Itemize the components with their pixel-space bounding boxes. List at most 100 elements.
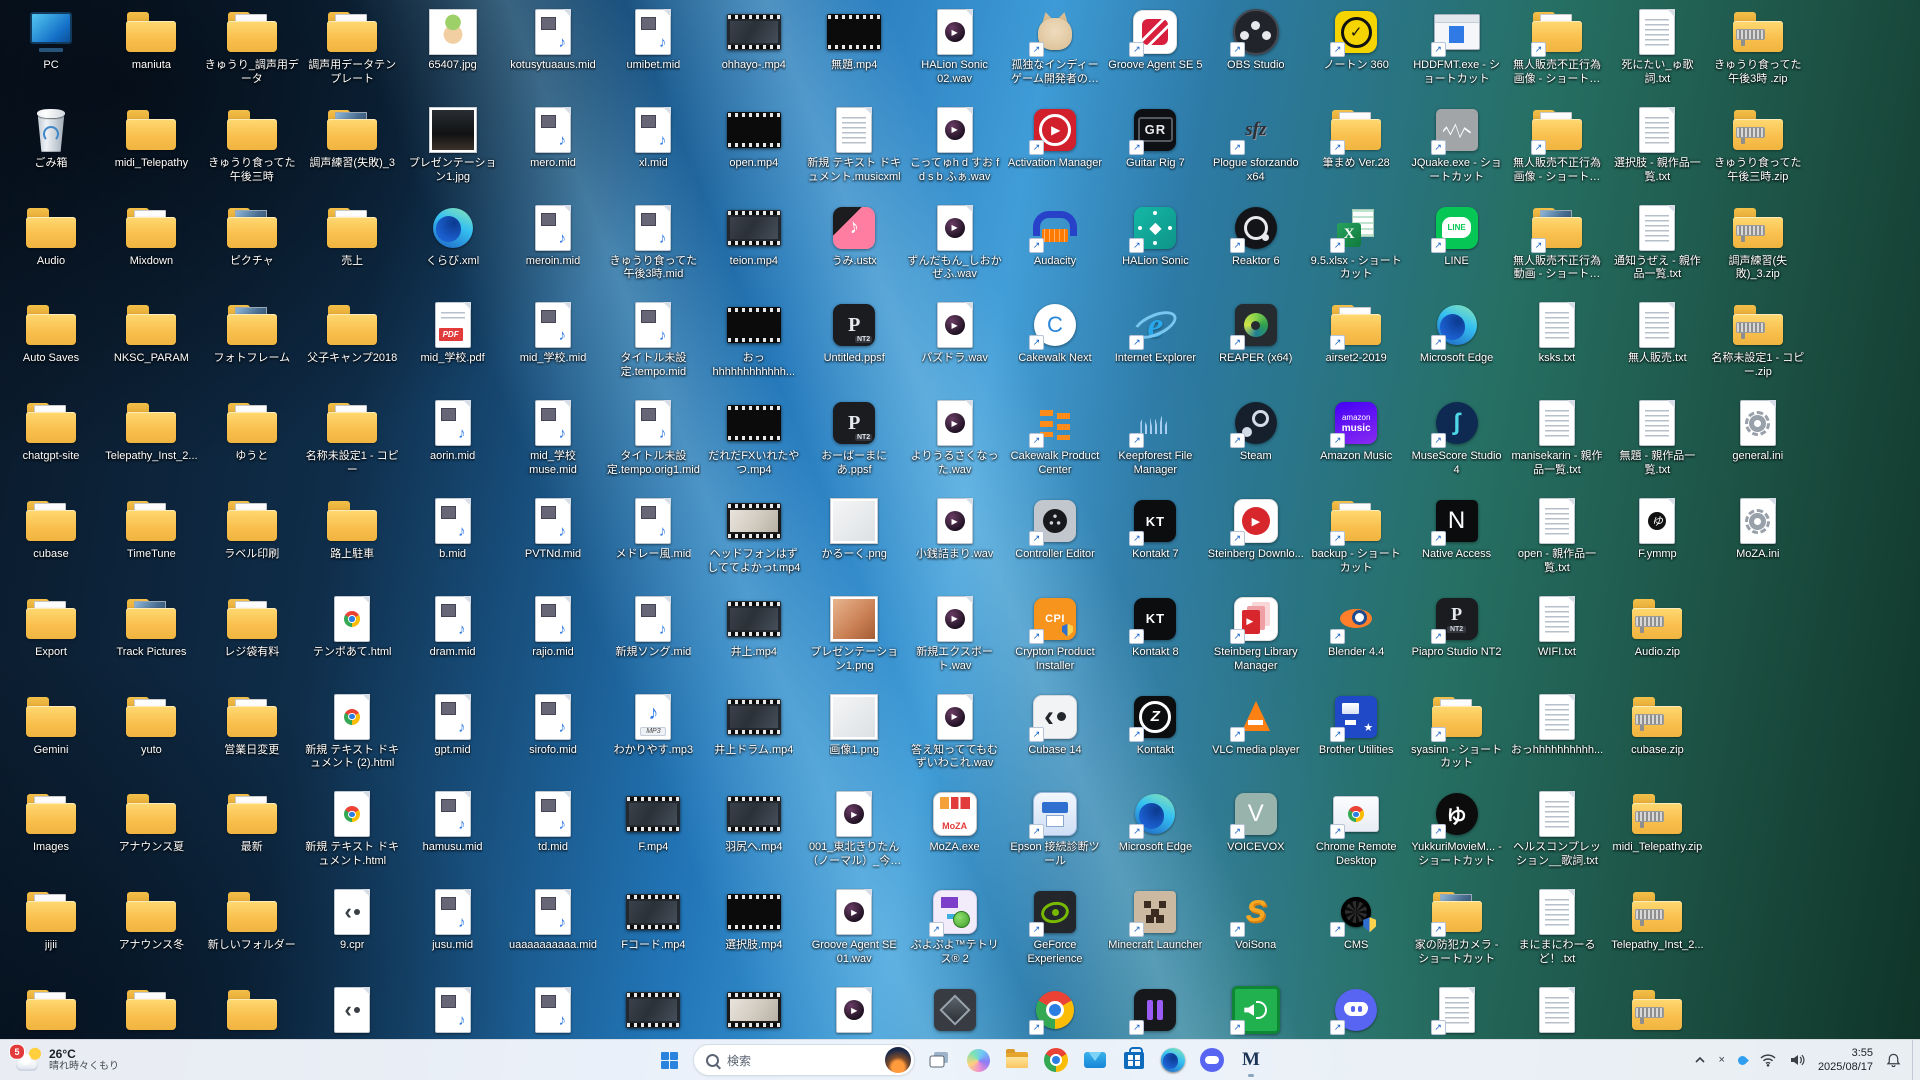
desktop-icon[interactable]: ♪	[405, 986, 501, 1034]
desktop-icon[interactable]: Export	[3, 595, 99, 660]
desktop-icon[interactable]	[3, 986, 99, 1034]
desktop-icon[interactable]: ↗syasinn - ショートカット	[1409, 693, 1505, 772]
desktop-icon[interactable]: ↗Reaktor 6	[1208, 204, 1304, 269]
desktop-icon[interactable]: ↗無人販売不正行為 動画 - ショートカット	[1509, 204, 1605, 283]
desktop-icon[interactable]: プレゼンテーション1.png	[806, 595, 902, 674]
desktop-icon[interactable]: ↗無人販売不正行為 画像 - ショートカッ...	[1509, 8, 1605, 87]
desktop-icon[interactable]: ↗Chrome Remote Desktop	[1308, 790, 1404, 869]
desktop-icon[interactable]: ♪	[505, 986, 601, 1034]
desktop-icon[interactable]: X↗9.5.xlsx - ショートカット	[1308, 204, 1404, 283]
desktop-icon[interactable]: Track Pictures	[103, 595, 199, 660]
desktop-icon[interactable]: 選択肢 - 親作品一覧.txt	[1609, 106, 1705, 185]
desktop-icon[interactable]: ↗Keepforest File Manager	[1107, 399, 1203, 478]
desktop-icon[interactable]: ♪hamusu.mid	[405, 790, 501, 855]
desktop-icon[interactable]: 新規 テキスト ドキュメント.musicxml	[806, 106, 902, 185]
desktop-icon[interactable]: ゆF.ymmp	[1609, 497, 1705, 562]
desktop-icon[interactable]: アナウンス冬	[103, 888, 199, 953]
desktop-icon[interactable]: ♪きゅうり食ってた午後3時.mid	[605, 204, 701, 283]
desktop-icon[interactable]: ↗Steinberg Downlo...	[1208, 497, 1304, 562]
desktop-icon[interactable]: きゅうり食ってた午後三時.zip	[1710, 106, 1806, 185]
task-view-button[interactable]	[924, 1045, 954, 1075]
desktop-icon[interactable]	[605, 986, 701, 1034]
desktop-icon[interactable]: レジ袋有料	[204, 595, 300, 660]
desktop-icon[interactable]: Audio.zip	[1609, 595, 1705, 660]
desktop-icon[interactable]: 父子キャンプ2018	[304, 301, 400, 366]
desktop-icon[interactable]: まにまにわーるど！.txt	[1509, 888, 1605, 967]
desktop-icon[interactable]: ↗Native Access	[1409, 497, 1505, 562]
desktop-icon[interactable]: ↗Plogue sforzando x64	[1208, 106, 1304, 185]
desktop-icon[interactable]: ♪タイトル未設定.tempo.orig1.mid	[605, 399, 701, 478]
desktop-icon[interactable]: ゆうと	[204, 399, 300, 464]
desktop-icon[interactable]	[1609, 986, 1705, 1034]
desktop-icon[interactable]: ↗backup - ショートカット	[1308, 497, 1404, 576]
edge-button[interactable]	[1158, 1045, 1188, 1075]
store-button[interactable]	[1119, 1045, 1149, 1075]
desktop-icon[interactable]: Untitled.ppsf	[806, 301, 902, 366]
desktop-icon[interactable]: きゅうり_調声用データ	[204, 8, 300, 87]
desktop-icon[interactable]: ↗ぷよぷよ™テトリス® 2	[907, 888, 1003, 967]
desktop-icon[interactable]: ↗Kontakt 8	[1107, 595, 1203, 660]
desktop-icon[interactable]: 画像1.png	[806, 693, 902, 758]
desktop-icon[interactable]: ▶こってゅh d すお f d s b ふぁ.wav	[907, 106, 1003, 185]
desktop-icon[interactable]: 最新	[204, 790, 300, 855]
desktop-icon[interactable]: ↗LINE	[1409, 204, 1505, 269]
desktop-icon[interactable]: ↗Controller Editor	[1007, 497, 1103, 562]
desktop-icon[interactable]	[706, 986, 802, 1034]
desktop-icon[interactable]: ♪jusu.mid	[405, 888, 501, 953]
desktop-icon[interactable]: ↗Guitar Rig 7	[1107, 106, 1203, 171]
desktop-icon[interactable]: ↗孤独なインディーゲーム開発者の一生 ...	[1007, 8, 1103, 87]
desktop-icon[interactable]: ↗HDDFMT.exe - ショートカット	[1409, 8, 1505, 87]
desktop-icon[interactable]: ♪mid_学校.mid	[505, 301, 601, 366]
desktop-icon[interactable]: ↗Groove Agent SE 5	[1107, 8, 1203, 73]
desktop-icon[interactable]: ▶答え知っててもむずいわこれ.wav	[907, 693, 1003, 772]
mail-button[interactable]	[1080, 1045, 1110, 1075]
desktop-icon[interactable]: ↗Cakewalk Product Center	[1007, 399, 1103, 478]
desktop-icon[interactable]: 65407.jpg	[405, 8, 501, 73]
desktop-icon[interactable]: おっhhhhhhhhhh...	[1509, 693, 1605, 758]
desktop-icon[interactable]: ♪meroin.mid	[505, 204, 601, 269]
desktop-icon[interactable]: ↗家の防犯カメラ - ショートカット	[1409, 888, 1505, 967]
desktop-icon[interactable]: フォトフレーム	[204, 301, 300, 366]
desktop-icon[interactable]: general.ini	[1710, 399, 1806, 464]
volume-icon[interactable]	[1787, 1051, 1807, 1069]
desktop-icon[interactable]: ▶新規エクスポート.wav	[907, 595, 1003, 674]
desktop-icon[interactable]: ↗Steinberg Library Manager	[1208, 595, 1304, 674]
desktop-icon[interactable]: 無題.mp4	[806, 8, 902, 73]
desktop-icon[interactable]: 調声練習(失敗)_3.zip	[1710, 204, 1806, 283]
search-box[interactable]: 検索	[693, 1044, 915, 1076]
desktop-icon[interactable]: ♪mid_学校 muse.mid	[505, 399, 601, 478]
desktop-icon[interactable]: ラベル印刷	[204, 497, 300, 562]
desktop-icon[interactable]: 新規 テキスト ドキュメント.html	[304, 790, 400, 869]
desktop-icon[interactable]: ヘルスコンプレッション__歌詞.txt	[1509, 790, 1605, 869]
desktop-icon[interactable]: ↗Internet Explorer	[1107, 301, 1203, 366]
desktop-icon[interactable]: ↗HALion Sonic	[1107, 204, 1203, 269]
desktop-icon[interactable]: ▶ずんだもん_しおかぜふ.wav	[907, 204, 1003, 283]
weather-widget[interactable]: 5 26°C 晴れ時々くもり	[10, 1046, 125, 1074]
desktop-icon[interactable]: open.mp4	[706, 106, 802, 171]
desktop-icon[interactable]: ↗VoiSona	[1208, 888, 1304, 953]
desktop-icon[interactable]: Telepathy_Inst_2...	[1609, 888, 1705, 953]
desktop-icon[interactable]: だれだFXいれたやつ.mp4	[706, 399, 802, 478]
desktop-icon[interactable]: ↗	[1308, 986, 1404, 1034]
desktop-icon[interactable]: ♪新規ソング.mid	[605, 595, 701, 660]
desktop-icon[interactable]: F.mp4	[605, 790, 701, 855]
desktop-icon[interactable]: ↗Brother Utilities	[1308, 693, 1404, 758]
desktop-icon[interactable]: ↗Piapro Studio NT2	[1409, 595, 1505, 660]
desktop-icon[interactable]: ♪td.mid	[505, 790, 601, 855]
desktop-icon[interactable]: 死にたい_ゅ歌詞.txt	[1609, 8, 1705, 87]
desktop-icon[interactable]: ↗VOICEVOX	[1208, 790, 1304, 855]
desktop-icon[interactable]: ♪dram.mid	[405, 595, 501, 660]
desktop-icon[interactable]: midi_Telepathy.zip	[1609, 790, 1705, 855]
desktop-icon[interactable]: Telepathy_Inst_2...	[103, 399, 199, 464]
desktop-icon[interactable]: teion.mp4	[706, 204, 802, 269]
desktop-icon[interactable]: TimeTune	[103, 497, 199, 562]
desktop-icon[interactable]: ヘッドフォンはずしててよかっt.mp4	[706, 497, 802, 576]
desktop-wallpaper[interactable]: PCごみ箱AudioAuto Saveschatgpt-sitecubaseEx…	[0, 0, 1920, 1040]
desktop-icon[interactable]: ↗YukkuriMovieM... - ショートカット	[1409, 790, 1505, 869]
desktop-icon[interactable]: ↗Blender 4.4	[1308, 595, 1404, 660]
desktop-icon[interactable]: ♪umibet.mid	[605, 8, 701, 73]
desktop-icon[interactable]: ↗	[1409, 986, 1505, 1034]
desktop-icon[interactable]: ♪gpt.mid	[405, 693, 501, 758]
show-desktop-button[interactable]	[1912, 1040, 1918, 1080]
desktop-icon[interactable]: ↗Microsoft Edge	[1409, 301, 1505, 366]
